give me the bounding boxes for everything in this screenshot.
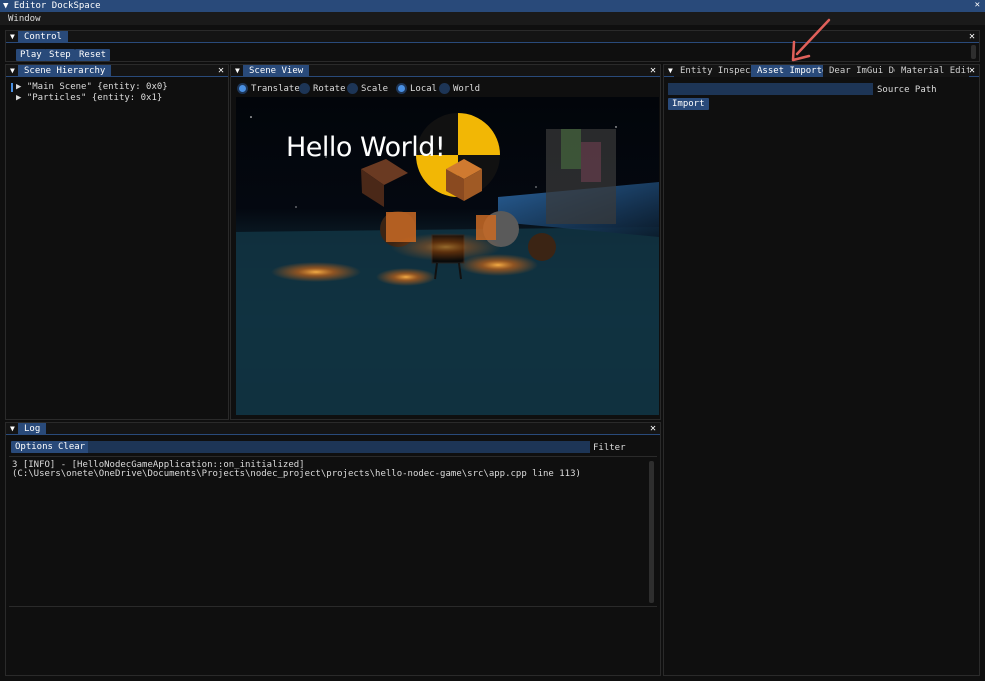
right-panel: ▼ Entity Inspec… Asset Importer Dear ImG… — [663, 64, 980, 676]
filter-input[interactable] — [88, 441, 590, 453]
tab-asset-importer[interactable]: Asset Importer — [751, 65, 823, 77]
filter-label: Filter — [593, 443, 626, 453]
scene-hierarchy-panel: ▼ Scene Hierarchy ✕ ▶ "Main Scene" {enti… — [5, 64, 229, 420]
log-tabbar: ▼ Log ✕ — [6, 423, 660, 435]
log-bottom-divider — [9, 606, 657, 607]
radio-world[interactable] — [439, 83, 450, 94]
radio-translate[interactable] — [237, 83, 248, 94]
tab-log[interactable]: Log — [18, 423, 47, 435]
tab-dear-imgui-demo[interactable]: Dear ImGui De… — [823, 65, 895, 77]
reset-button[interactable]: Reset — [75, 49, 111, 61]
expand-arrow-icon[interactable]: ▶ — [16, 82, 27, 92]
control-scrollbar[interactable] — [971, 45, 976, 59]
close-icon[interactable]: ✕ — [969, 31, 975, 42]
tab-control[interactable]: Control — [18, 31, 68, 43]
clear-button[interactable]: Clear — [54, 441, 90, 453]
log-scrollbar[interactable] — [649, 461, 654, 603]
close-icon[interactable]: ✕ — [650, 423, 656, 434]
tab-scene-view[interactable]: Scene View — [243, 65, 310, 77]
collapse-triangle-icon[interactable]: ▼ — [235, 66, 240, 75]
label-rotate: Rotate — [313, 84, 346, 94]
tab-material-editor[interactable]: Material Edit… — [895, 65, 969, 77]
close-icon[interactable]: ✕ — [650, 65, 656, 76]
hierarchy-tabbar: ▼ Scene Hierarchy ✕ — [6, 65, 228, 77]
label-scale: Scale — [361, 84, 389, 94]
radio-rotate[interactable] — [299, 83, 310, 94]
play-button[interactable]: Play — [16, 49, 46, 61]
sceneview-tabbar: ▼ Scene View ✕ — [231, 65, 660, 77]
menu-window[interactable]: Window — [8, 14, 41, 24]
log-divider — [9, 456, 657, 457]
collapse-triangle-icon[interactable]: ▼ — [10, 424, 15, 433]
source-path-input[interactable] — [668, 83, 873, 95]
close-icon[interactable]: ✕ — [969, 65, 975, 76]
collapse-triangle-icon[interactable]: ▼ — [10, 32, 15, 41]
expand-arrow-icon[interactable]: ▶ — [16, 93, 27, 103]
annotation-arrow-icon — [791, 18, 831, 62]
right-tabbar: ▼ Entity Inspec… Asset Importer Dear ImG… — [664, 65, 979, 77]
hierarchy-item-main-scene[interactable]: ▶ "Main Scene" {entity: 0x0} — [16, 82, 168, 92]
label-translate: Translate — [251, 84, 300, 94]
log-line: (C:\Users\onete\OneDrive\Documents\Proje… — [12, 469, 581, 479]
close-icon[interactable]: ✕ — [218, 65, 224, 76]
selection-marker — [11, 83, 13, 92]
tab-scene-hierarchy[interactable]: Scene Hierarchy — [18, 65, 112, 77]
window-titlebar: ▼ Editor DockSpace ✕ — [0, 0, 985, 12]
options-button[interactable]: Options — [11, 441, 57, 453]
label-local: Local — [410, 84, 438, 94]
step-button[interactable]: Step — [45, 49, 75, 61]
menubar: Window — [0, 12, 985, 25]
source-path-label: Source Path — [877, 85, 937, 95]
import-button[interactable]: Import — [668, 98, 709, 110]
radio-scale[interactable] — [347, 83, 358, 94]
radio-local[interactable] — [396, 83, 407, 94]
collapse-triangle-icon[interactable]: ▼ — [10, 66, 15, 75]
close-icon[interactable]: ✕ — [975, 0, 980, 10]
label-world: World — [453, 84, 481, 94]
scene-viewport[interactable]: Hello World! — [236, 97, 659, 415]
collapse-triangle-icon[interactable]: ▼ — [668, 66, 673, 75]
window-title: ▼ Editor DockSpace — [3, 1, 101, 11]
tab-entity-inspector[interactable]: Entity Inspec… — [674, 65, 751, 77]
scene-overlay-text: Hello World! — [286, 132, 446, 163]
log-panel: ▼ Log ✕ Options Clear Filter 3 [INFO] - … — [5, 422, 661, 676]
hierarchy-item-particles[interactable]: ▶ "Particles" {entity: 0x1} — [16, 93, 162, 103]
